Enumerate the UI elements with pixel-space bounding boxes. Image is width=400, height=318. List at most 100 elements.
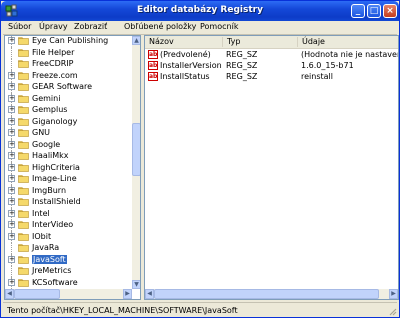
tree-item[interactable]: + GNU [5,127,133,139]
expand-icon[interactable]: + [8,232,15,240]
scroll-right-arrow[interactable]: ▶ [123,289,132,299]
value-data: (Hodnota nie je nastavená) [301,50,398,59]
tree-item[interactable]: + Freeze.com [5,69,133,82]
tree-connector-line [11,242,12,254]
string-value-icon: ab [148,61,158,70]
resize-grip-icon[interactable] [387,306,397,316]
expand-icon[interactable]: + [8,255,15,263]
expand-icon[interactable]: + [8,117,15,125]
expand-icon[interactable]: + [8,221,15,228]
menu-file[interactable]: Súbor [8,22,31,31]
folder-icon [18,232,29,241]
tree-item[interactable]: + KCSoftware [5,276,133,289]
folder-icon [18,209,29,218]
tree-item-label: Google [32,139,61,149]
scroll-left-arrow[interactable]: ◀ [5,289,14,299]
tree-item[interactable]: + Google [5,138,133,151]
expand-icon[interactable]: + [8,71,15,79]
tree-item[interactable]: + HighCriteria [5,161,133,174]
folder-icon [18,140,29,149]
tree-item[interactable]: File Helper [5,46,133,59]
tree-item[interactable]: JreMetrics [5,265,133,277]
tree-item[interactable]: JavaRa [5,242,133,254]
tree-item[interactable]: + GEAR Software [5,81,133,93]
expand-icon[interactable]: + [8,198,15,205]
menu-view[interactable]: Zobraziť [74,22,107,31]
tree-item-label: GNU [32,128,51,137]
expand-icon[interactable]: + [8,129,15,136]
tree-item-label: JreMetrics [32,266,72,275]
folder-icon [18,129,29,137]
value-row[interactable]: ab InstallerVersion REG_SZ 1.6.0_15-b71 [145,60,398,71]
value-list[interactable]: Názov Typ Údaje ab (Predvolené) REG_SZ (Hod… [144,35,399,300]
expand-icon[interactable]: + [8,94,15,102]
tree-item[interactable]: + IObit [5,230,133,243]
column-type-header[interactable]: Typ [223,37,298,47]
folder-icon [18,244,29,252]
menu-bar: Súbor Úpravy Zobraziť Obľúbené položky P… [3,21,397,33]
value-name: (Predvolené) [160,50,211,59]
minimize-button[interactable]: _ [351,4,365,18]
tree-item[interactable]: FreeCDRIP [5,58,133,70]
tree-item-label: Eye Can Publishing [32,36,109,45]
maximize-button[interactable]: □ [367,4,381,18]
tree-item[interactable]: + InstallShield [5,196,133,208]
expand-icon[interactable]: + [8,209,15,217]
tree-item[interactable]: + Gemini [5,92,133,105]
tree-vertical-scrollbar[interactable]: ▲ ▼ [132,36,140,289]
value-row[interactable]: ab (Predvolené) REG_SZ (Hodnota nie je nast… [145,49,398,60]
expand-icon[interactable]: + [8,140,15,148]
tree-item[interactable]: + Eye Can Publishing [5,36,133,47]
status-bar: Tento počítač\HKEY_LOCAL_MACHINE\SOFTWAR… [3,302,397,316]
tree-item[interactable]: + Giganology [5,115,133,128]
expand-icon[interactable]: + [8,278,15,286]
expand-icon[interactable]: + [8,83,15,90]
expand-icon[interactable]: + [8,37,15,44]
tree-item[interactable]: + Image-Line [5,173,133,185]
scroll-up-arrow[interactable]: ▲ [132,36,140,45]
tree-horizontal-scrollbar[interactable]: ◀ ▶ [5,289,132,299]
folder-icon [18,48,29,57]
tree-connector-line [11,46,12,59]
menu-help[interactable]: Pomocník [200,22,238,31]
tree-item-label: GEAR Software [32,82,93,91]
folder-icon [18,94,29,103]
menu-favorites[interactable]: Obľúbené položky [124,22,196,31]
scroll-left-arrow[interactable]: ◀ [145,289,154,299]
scroll-thumb[interactable] [154,289,379,299]
column-name-header[interactable]: Názov [145,37,223,47]
status-path: Tento počítač\HKEY_LOCAL_MACHINE\SOFTWAR… [7,306,238,315]
expand-icon[interactable]: + [8,152,15,159]
scroll-thumb[interactable] [14,289,60,299]
column-data-header[interactable]: Údaje [298,37,398,47]
list-horizontal-scrollbar[interactable]: ◀ ▶ [145,289,398,299]
tree-item-label: HighCriteria [32,162,80,172]
title-bar[interactable]: Editor databázy Registry _ □ × [1,1,399,21]
folder-icon [18,152,29,160]
tree-item[interactable]: + Intel [5,207,133,220]
value-data: 1.6.0_15-b71 [301,61,354,70]
tree-item[interactable]: + ImgBurn [5,184,133,197]
tree-item-label: KCSoftware [32,277,78,287]
tree-item[interactable]: + HaaliMkx [5,150,133,162]
expand-icon[interactable]: + [8,106,15,113]
expand-icon[interactable]: + [8,163,15,171]
tree-item-label: ImgBurn [32,185,67,195]
folder-icon [18,83,29,91]
expand-icon[interactable]: + [8,186,15,194]
scroll-right-arrow[interactable]: ▶ [389,289,398,299]
string-value-icon: ab [148,50,158,59]
tree-item-label: InstallShield [32,197,81,206]
tree-item[interactable]: + JavaSoft [5,253,133,266]
expand-icon[interactable]: + [8,175,15,182]
close-button[interactable]: × [383,4,397,18]
scroll-down-arrow[interactable]: ▼ [132,280,140,289]
menu-edit[interactable]: Úpravy [39,22,68,31]
tree-item[interactable]: + InterVideo [5,219,133,231]
value-type: REG_SZ [226,50,258,59]
tree-item[interactable]: + Gemplus [5,104,133,116]
key-tree[interactable]: + Eye Can Publishing File Helper FreeCDRIP +… [4,35,141,300]
window-title: Editor databázy Registry [137,5,263,15]
scroll-thumb[interactable] [132,123,140,176]
value-row[interactable]: ab InstallStatus REG_SZ reinstall [145,71,398,82]
